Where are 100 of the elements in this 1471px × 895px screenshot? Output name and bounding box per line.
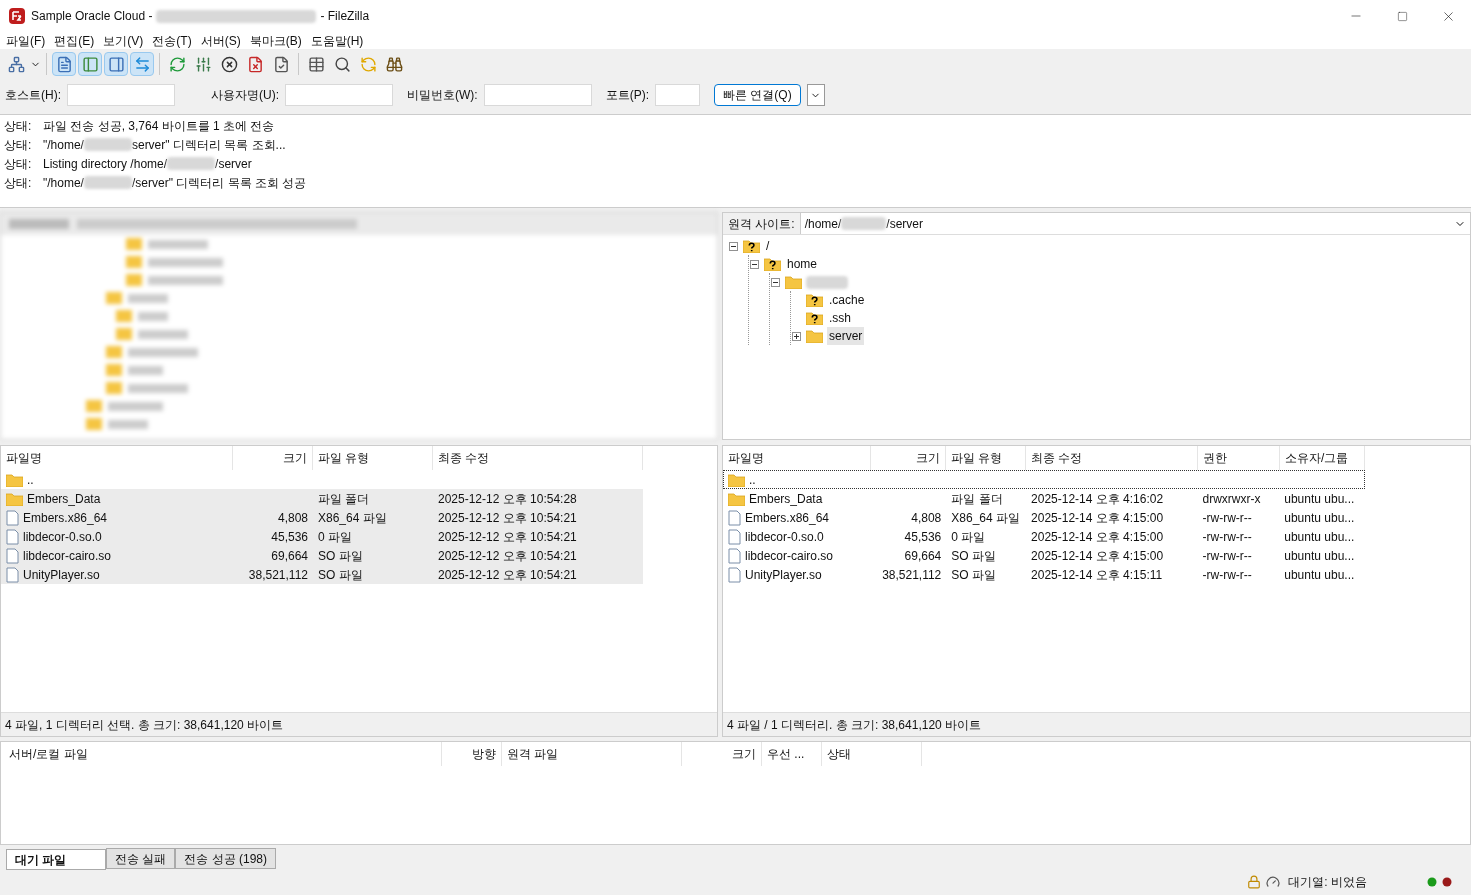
remote-site-label: 원격 사이트: <box>723 213 801 234</box>
file-type: X86_64 파일 <box>318 509 387 527</box>
file-row[interactable]: Embers_Data 파일 폴더 2025-12-12 오후 10:54:28 <box>1 489 643 508</box>
file-icon <box>6 566 19 583</box>
log-message: "/home/ <box>43 174 84 192</box>
file-icon <box>6 528 19 545</box>
username-field[interactable] <box>285 84 393 106</box>
log-message: "/home/ <box>43 136 84 154</box>
file-row[interactable]: .. <box>723 470 1365 489</box>
log-icon <box>55 55 73 73</box>
menu-item[interactable]: 편집(E) <box>51 31 98 50</box>
menu-item[interactable]: 북마크(B) <box>246 31 305 50</box>
tree-item[interactable]: home <box>785 255 820 273</box>
search-icon <box>333 55 351 73</box>
log-tag: 상태: <box>4 154 43 173</box>
column-header[interactable]: 크기 <box>233 446 313 470</box>
column-header[interactable]: 최종 수정 <box>433 446 643 470</box>
file-name: Embers_Data <box>749 490 823 508</box>
maximize-icon <box>1396 10 1408 22</box>
file-name: .. <box>749 471 756 489</box>
host-label: 호스트(H): <box>5 87 61 104</box>
remote-path-field[interactable]: /home/ /server <box>800 213 1470 234</box>
column-header[interactable]: 원격 파일 <box>502 742 682 766</box>
log-message: Listing directory /home/ <box>43 155 168 173</box>
redacted-block <box>806 276 848 290</box>
transfer-arrows-button[interactable] <box>130 52 154 76</box>
column-header[interactable]: 파일 유형 <box>946 446 1026 470</box>
binoculars-icon <box>385 55 403 73</box>
log-tag: 상태: <box>4 173 43 192</box>
folder-icon <box>6 491 23 506</box>
file-row[interactable]: Embers_Data 파일 폴더 2025-12-14 오후 4:16:02 drwxrwxr-x ubuntu ubu... <box>723 489 1365 508</box>
file-type: SO 파일 <box>318 547 363 565</box>
quickconnect-button[interactable]: 빠른 연결(Q) <box>714 84 801 106</box>
file-row[interactable]: .. <box>1 470 643 489</box>
file-row[interactable]: Embers.x86_64 4,808 X86_64 파일 2025-12-12 오후 10:54:21 <box>1 508 643 527</box>
redacted-block <box>83 176 132 189</box>
expand-icon[interactable] <box>792 331 801 341</box>
file-type: 파일 폴더 <box>318 490 370 508</box>
log-message: /server <box>215 155 252 173</box>
host-field[interactable] <box>67 84 175 106</box>
file-permissions: -rw-rw-r-- <box>1202 528 1252 546</box>
tree-item[interactable]: .cache <box>827 291 867 309</box>
menu-item[interactable]: 전송(T) <box>149 31 195 50</box>
port-field[interactable] <box>655 84 700 106</box>
file-permissions: -rw-rw-r-- <box>1202 547 1252 565</box>
column-header[interactable]: 파일 유형 <box>313 446 433 470</box>
log-button[interactable] <box>52 52 76 76</box>
column-header[interactable]: 파일명 <box>1 446 233 470</box>
file-size: 38,521,112 <box>882 566 942 584</box>
column-header[interactable]: 최종 수정 <box>1026 446 1198 470</box>
file-owner: ubuntu ubu... <box>1284 566 1355 584</box>
queue-tab[interactable]: 대기 파일 <box>6 849 106 870</box>
column-header[interactable]: 파일명 <box>723 446 871 470</box>
quickconnect-dropdown[interactable] <box>806 84 825 106</box>
column-header[interactable]: 크기 <box>682 742 762 766</box>
queue-status: 대기열: 비었음 <box>1288 874 1367 891</box>
transfer-arrows-icon <box>133 55 151 73</box>
file-row[interactable]: libdecor-cairo.so 69,664 SO 파일 2025-12-12 오후 10:54:21 <box>1 546 643 565</box>
menu-item[interactable]: 서버(S) <box>197 31 244 50</box>
collapse-icon[interactable] <box>729 241 738 251</box>
collapse-icon[interactable] <box>750 259 759 269</box>
file-modified: 2025-12-14 오후 4:16:02 <box>1031 490 1164 508</box>
menu-item[interactable]: 보기(V) <box>100 31 147 50</box>
queue-tab[interactable]: 전송 성공 (198) <box>175 848 277 869</box>
file-row[interactable]: Embers.x86_64 4,808 X86_64 파일 2025-12-14 오후 4:15:00 -rw-rw-r-- ubuntu ubu... <box>723 508 1365 527</box>
column-header[interactable]: 소유자/그룹 <box>1280 446 1365 470</box>
column-header[interactable]: 우선 ... <box>762 742 822 766</box>
remote-path: /server <box>886 215 924 233</box>
file-modified: 2025-12-14 오후 4:15:00 <box>1031 509 1164 527</box>
file-name: UnityPlayer.so <box>23 566 100 584</box>
panel-right-button[interactable] <box>104 52 128 76</box>
file-row[interactable]: libdecor-cairo.so 69,664 SO 파일 2025-12-14 오후 4:15:00 -rw-rw-r-- ubuntu ubu... <box>723 546 1365 565</box>
reconnect-icon <box>272 55 290 73</box>
file-row[interactable]: libdecor-0.so.0 45,536 0 파일 2025-12-12 오후 10:54:21 <box>1 527 643 546</box>
tree-item[interactable]: .ssh <box>827 309 853 327</box>
menu-item[interactable]: 도움말(H) <box>307 31 367 50</box>
column-header[interactable]: 권한 <box>1198 446 1280 470</box>
compare-icon <box>307 55 325 73</box>
collapse-icon[interactable] <box>771 277 780 287</box>
file-icon <box>6 547 19 564</box>
tree-item[interactable]: / <box>764 237 772 255</box>
file-row[interactable]: UnityPlayer.so 38,521,112 SO 파일 2025-12-14 오후 4:15:11 -rw-rw-r-- ubuntu ubu... <box>723 565 1365 584</box>
file-name: libdecor-cairo.so <box>745 547 834 565</box>
column-header[interactable]: 방향 <box>442 742 502 766</box>
menu-item[interactable]: 파일(F) <box>3 31 49 50</box>
file-permissions: -rw-rw-r-- <box>1202 566 1252 584</box>
tree-item[interactable]: server <box>827 327 865 345</box>
column-header[interactable]: 서버/로컬 파일 <box>4 742 442 766</box>
queue-tab[interactable]: 전송 실패 <box>106 848 176 869</box>
app-logo-icon <box>9 8 25 24</box>
panel-left-button[interactable] <box>78 52 102 76</box>
file-row[interactable]: UnityPlayer.so 38,521,112 SO 파일 2025-12-12 오후 10:54:21 <box>1 565 643 584</box>
file-size: 38,521,112 <box>248 566 308 584</box>
column-header[interactable]: 크기 <box>871 446 946 470</box>
file-modified: 2025-12-14 오후 4:15:00 <box>1031 528 1164 546</box>
column-header[interactable]: 상태 <box>822 742 922 766</box>
file-row[interactable]: libdecor-0.so.0 45,536 0 파일 2025-12-14 오후 4:15:00 -rw-rw-r-- ubuntu ubu... <box>723 527 1365 546</box>
password-field[interactable] <box>483 84 592 106</box>
folder-icon <box>785 275 802 289</box>
unknown-folder-icon <box>806 311 823 325</box>
